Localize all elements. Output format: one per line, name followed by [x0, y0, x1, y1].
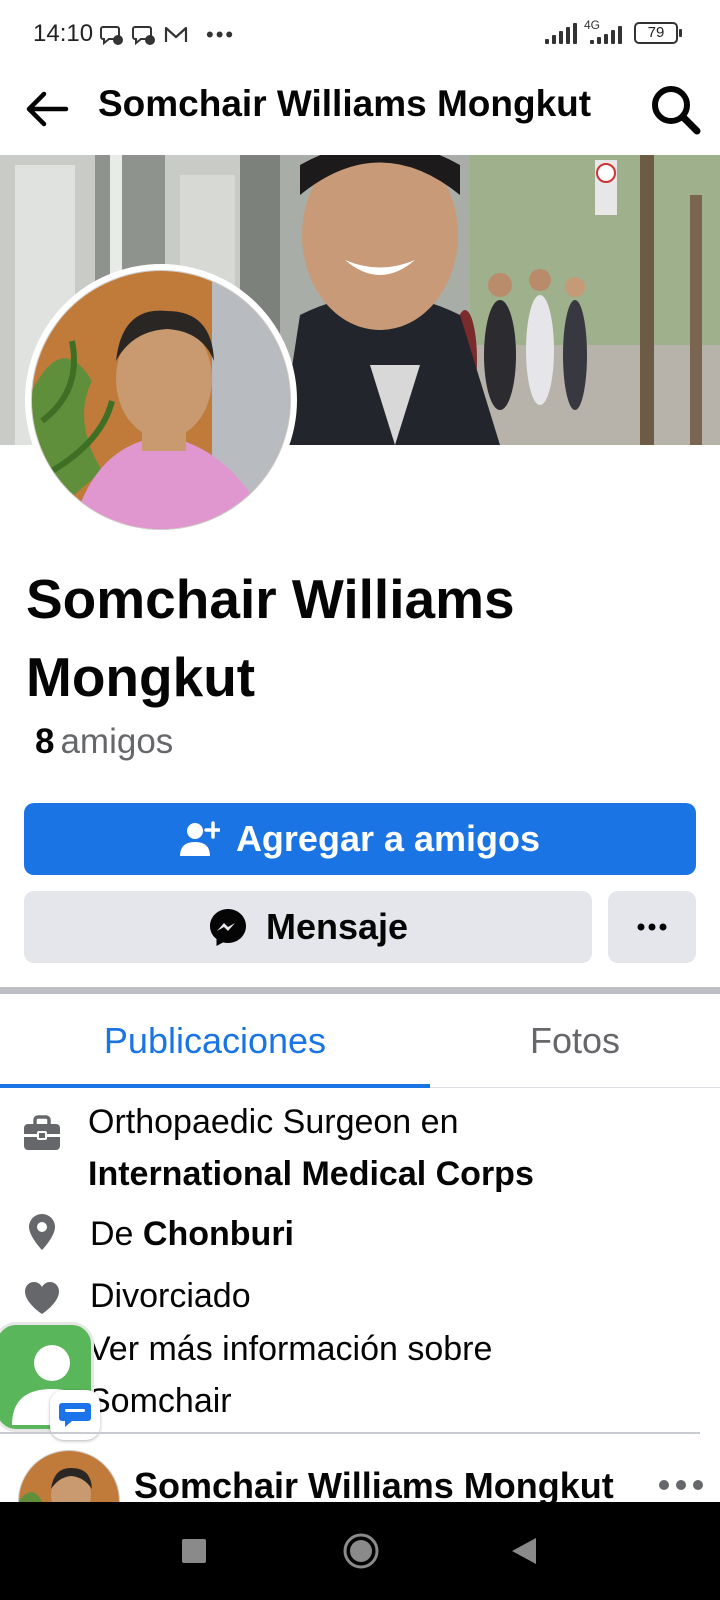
friends-label: amigos — [60, 722, 174, 761]
from-prefix: De — [90, 1215, 134, 1253]
notification-icons: ••• — [100, 22, 235, 48]
home-button[interactable] — [342, 1532, 380, 1570]
profile-picture[interactable] — [25, 264, 297, 536]
active-tab-indicator — [0, 1084, 430, 1088]
top-nav: Somchair Williams Mongkut — [0, 64, 720, 154]
tab-publicaciones[interactable]: Publicaciones — [0, 994, 430, 1088]
nav-title: Somchair Williams Mongkut — [98, 83, 592, 124]
messenger-icon — [209, 909, 246, 946]
message-bubble-icon — [59, 1403, 91, 1427]
friends-count: 8 — [35, 722, 55, 761]
status-bar: 14:10 ••• 4G 79 — [0, 0, 720, 64]
see-more-line1: Ver más información sobre — [88, 1330, 493, 1368]
message-label: Mensaje — [265, 906, 409, 947]
add-friend-button[interactable]: Agregar a amigos — [24, 803, 696, 875]
friends-count-line[interactable]: 8 amigos — [35, 722, 173, 762]
tab-fotos[interactable]: Fotos — [430, 994, 720, 1088]
signal-strength-icon — [590, 26, 622, 44]
chat-notification-icon — [100, 26, 123, 46]
battery-indicator: 79 — [634, 22, 682, 44]
post-more-options-icon[interactable] — [656, 1470, 706, 1500]
intro-work-text: Orthopaedic Surgeon en International Med… — [88, 1096, 534, 1200]
system-back-button[interactable] — [510, 1536, 538, 1566]
mail-icon — [164, 26, 188, 42]
more-dots-icon — [637, 923, 667, 931]
status-time: 14:10 — [33, 20, 94, 47]
message-button[interactable]: Mensaje — [24, 891, 592, 963]
relationship-status: Divorciado — [90, 1277, 251, 1315]
chat-notification-icon — [132, 26, 155, 46]
android-nav-bar — [0, 1502, 720, 1600]
more-options-button[interactable] — [608, 891, 696, 963]
recent-apps-button[interactable] — [182, 1539, 206, 1563]
location-pin-icon — [29, 1214, 55, 1250]
avatar — [31, 270, 291, 530]
from-place[interactable]: Chonburi — [143, 1215, 294, 1253]
add-friend-icon — [179, 821, 220, 856]
signal-strength-icon — [545, 22, 577, 44]
add-friend-label: Agregar a amigos — [235, 818, 541, 859]
search-icon[interactable] — [648, 82, 704, 138]
profile-tabs: Publicaciones Fotos — [0, 994, 720, 1088]
avatar-image — [32, 271, 290, 529]
see-more-about-text: Ver más información sobre Somchair — [88, 1323, 492, 1427]
see-more-line2: Somchair — [88, 1382, 232, 1420]
back-arrow-icon[interactable] — [22, 84, 72, 134]
intro-divider — [0, 1432, 700, 1434]
profile-name: Somchair Williams Mongkut — [26, 568, 515, 708]
work-place[interactable]: International Medical Corps — [88, 1155, 534, 1193]
post-author-name[interactable]: Somchair Williams Mongkut — [134, 1465, 614, 1507]
more-notifications-icon: ••• — [206, 22, 236, 47]
section-divider — [0, 987, 720, 994]
heart-icon — [25, 1282, 59, 1314]
intro-hometown-text: De Chonburi — [90, 1208, 294, 1260]
briefcase-icon — [24, 1115, 60, 1150]
work-prefix: Orthopaedic Surgeon en — [88, 1103, 459, 1141]
